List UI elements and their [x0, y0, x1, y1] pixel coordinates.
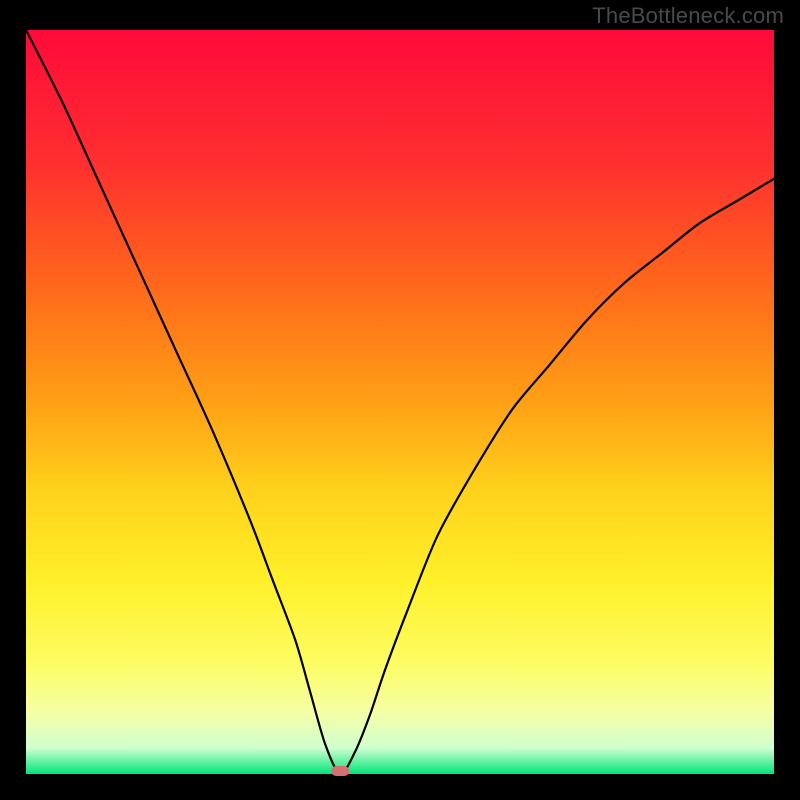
bottleneck-chart — [0, 0, 800, 800]
chart-stage: TheBottleneck.com — [0, 0, 800, 800]
minimum-marker — [331, 766, 349, 776]
plot-area — [26, 30, 774, 774]
watermark-text: TheBottleneck.com — [592, 3, 784, 29]
